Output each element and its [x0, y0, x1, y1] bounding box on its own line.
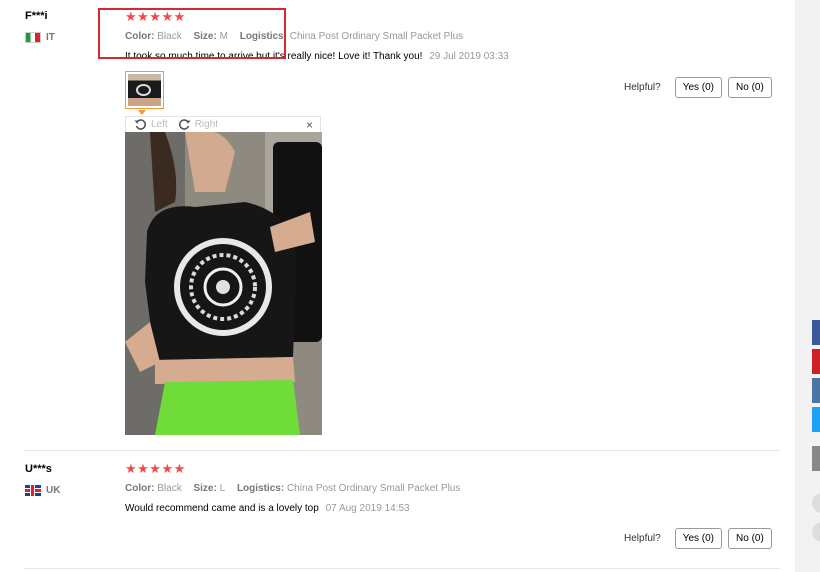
scroll-down-icon[interactable]	[812, 522, 820, 542]
review-text: Would recommend came and is a lovely top	[125, 503, 319, 514]
helpful-yes-button[interactable]: Yes (0)	[674, 528, 723, 549]
rotate-right-button[interactable]: Right	[178, 118, 218, 131]
review-photo-image	[125, 132, 322, 435]
logistics-value: China Post Ordinary Small Packet Plus	[289, 31, 464, 42]
order-attributes: Color: Black Size: L Logistics: China Po…	[125, 483, 460, 494]
helpful-yes-button[interactable]: Yes (0)	[674, 77, 723, 98]
helpful-no-button[interactable]: No (0)	[728, 77, 772, 98]
page-gutter	[795, 0, 820, 572]
review-date: 29 Jul 2019 03:33	[429, 51, 509, 62]
review-photo	[125, 132, 322, 435]
helpful-controls: Helpful? Yes (0) No (0)	[624, 528, 772, 549]
helpful-label: Helpful?	[624, 82, 661, 93]
helpful-controls: Helpful? Yes (0) No (0)	[624, 77, 772, 98]
scroll-up-icon[interactable]	[812, 493, 820, 513]
italy-flag-icon	[25, 32, 41, 43]
highlight-box	[98, 8, 286, 59]
reviewer-name: F***i	[25, 10, 48, 22]
review-photo-thumbnail[interactable]	[125, 71, 164, 109]
reviewer-country: IT	[25, 32, 55, 43]
review-feedback: Would recommend came and is a lovely top…	[125, 503, 410, 514]
uk-flag-icon	[25, 485, 41, 496]
rotate-left-button[interactable]: Left	[134, 118, 168, 131]
reviews-page: F***i IT ★★★★★ Color: Black Size: M Logi…	[0, 0, 795, 572]
review-divider	[24, 568, 780, 569]
rotate-left-label: Left	[151, 119, 168, 130]
color-label: Color:	[125, 483, 155, 494]
more-icon[interactable]	[812, 446, 820, 471]
review-item: U***s UK ★★★★★ Color: Black Size: L Logi…	[0, 451, 780, 571]
size-label: Size:	[193, 483, 217, 494]
logistics-value: China Post Ordinary Small Packet Plus	[286, 483, 461, 494]
image-viewer-toolbar: Left Right ×	[125, 116, 321, 132]
star-rating: ★★★★★	[125, 461, 186, 476]
vk-icon[interactable]	[812, 378, 820, 403]
thumbnail-caret-icon	[138, 110, 146, 115]
rotate-left-icon	[134, 119, 147, 130]
twitter-icon[interactable]	[812, 407, 820, 432]
helpful-no-button[interactable]: No (0)	[728, 528, 772, 549]
size-value: L	[219, 483, 226, 494]
review-date: 07 Aug 2019 14:53	[325, 503, 410, 514]
reviewer-name: U***s	[25, 463, 52, 475]
close-viewer-icon[interactable]: ×	[306, 118, 313, 132]
helpful-label: Helpful?	[624, 533, 661, 544]
review-item: F***i IT ★★★★★ Color: Black Size: M Logi…	[0, 0, 780, 450]
pinterest-icon[interactable]	[812, 349, 820, 374]
country-code: UK	[46, 485, 61, 496]
reviewer-country: UK	[25, 485, 60, 496]
rotate-right-icon	[178, 119, 191, 130]
logistics-label: Logistics:	[236, 483, 285, 494]
rotate-right-label: Right	[194, 119, 219, 130]
color-value: Black	[157, 483, 182, 494]
facebook-icon[interactable]	[812, 320, 820, 345]
country-code: IT	[46, 32, 55, 43]
